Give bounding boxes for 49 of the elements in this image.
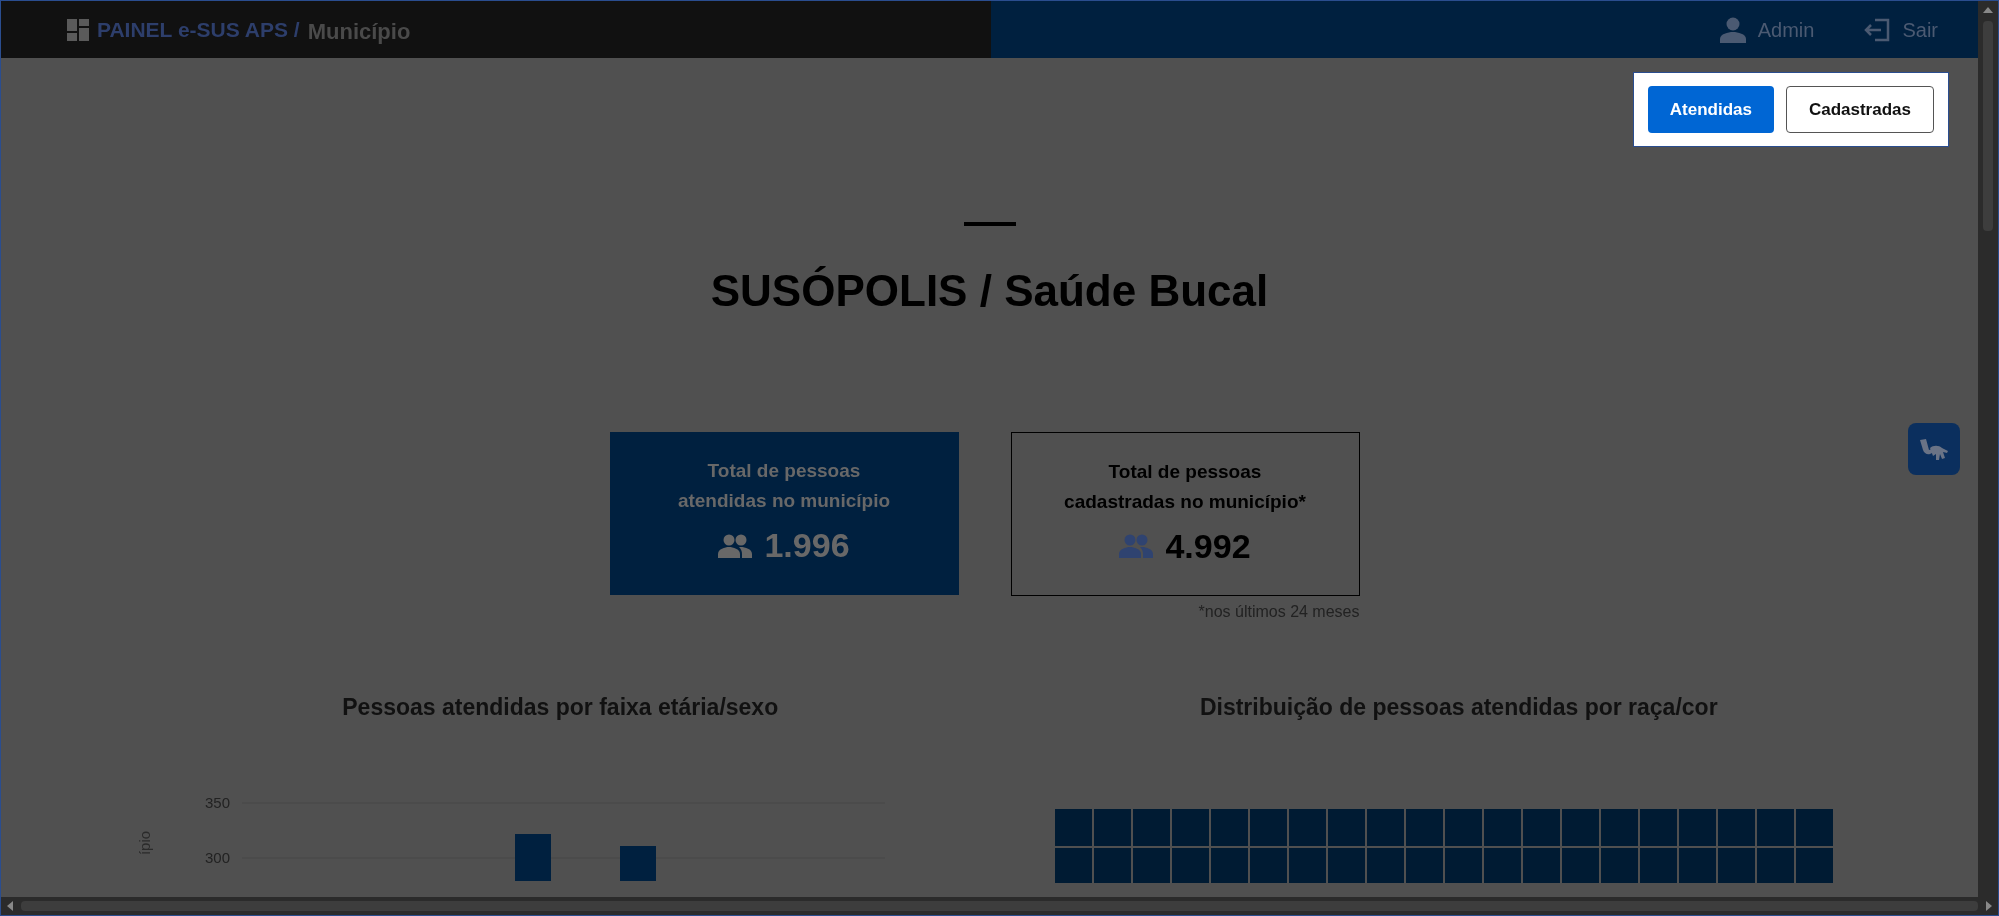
- horizontal-scrollbar[interactable]: [1, 897, 1998, 915]
- waffle-square: [1522, 808, 1560, 846]
- waffle-square: [1210, 808, 1248, 846]
- app-name[interactable]: PAINEL e-SUS APS /: [97, 13, 300, 46]
- waffle-square: [1483, 808, 1521, 846]
- dashboard-icon: [67, 18, 89, 41]
- waffle-square: [1132, 808, 1170, 846]
- waffle-square: [1249, 808, 1287, 846]
- title-dash: [963, 222, 1016, 226]
- waffle-square: [1288, 808, 1326, 846]
- people-icon: [1119, 534, 1154, 558]
- waffle-square: [1327, 808, 1365, 846]
- waffle-square: [1171, 808, 1209, 846]
- logout-icon: [1864, 17, 1891, 42]
- user-button[interactable]: Admin: [1719, 14, 1815, 45]
- view-toggle-button[interactable]: Atendidas: [1647, 86, 1774, 133]
- page-title: SUSÓPOLIS / Saúde Bucal: [710, 265, 1269, 317]
- card-label: Total de pessoas: [1108, 459, 1262, 484]
- section-name: Município: [307, 18, 411, 46]
- waffle-square: [1678, 808, 1716, 846]
- vertical-scrollbar[interactable]: [1978, 1, 1998, 897]
- waffle-square: [1093, 808, 1131, 846]
- bar: [515, 833, 552, 881]
- scroll-left-icon: [7, 901, 13, 911]
- waffle-square: [1795, 808, 1833, 846]
- view-toggle-button[interactable]: Cadastradas: [1785, 86, 1934, 133]
- waffle-square: [1639, 808, 1677, 846]
- card-label: Total de pessoas: [707, 459, 861, 483]
- waffle-square: [1717, 808, 1755, 846]
- scroll-right-icon: [1986, 901, 1992, 911]
- waffle-square: [1561, 808, 1599, 846]
- sign-language-button[interactable]: [1908, 423, 1960, 475]
- scroll-up-icon: [1983, 7, 1993, 13]
- waffle-square: [1444, 808, 1482, 846]
- logout-button[interactable]: Sair: [1864, 14, 1938, 45]
- people-icon: [718, 533, 753, 558]
- chart-title: Pessoas atendidas por faixa etária/sexo: [342, 693, 779, 722]
- waffle-square: [1756, 808, 1794, 846]
- card-label: atendidas no município: [677, 489, 891, 513]
- card-value: 1.996: [764, 525, 850, 566]
- bar: [620, 845, 657, 881]
- card-label: cadastradas no município*: [1064, 489, 1306, 514]
- chart-title: Distribuição de pessoas atendidas por raça/cor: [1199, 693, 1718, 722]
- waffle-square: [1054, 808, 1092, 846]
- waffle-square: [1600, 808, 1638, 846]
- card-value: 4.992: [1165, 525, 1251, 567]
- user-icon: [1719, 16, 1746, 43]
- waffle-square: [1405, 808, 1443, 846]
- waffle-square: [1366, 808, 1404, 846]
